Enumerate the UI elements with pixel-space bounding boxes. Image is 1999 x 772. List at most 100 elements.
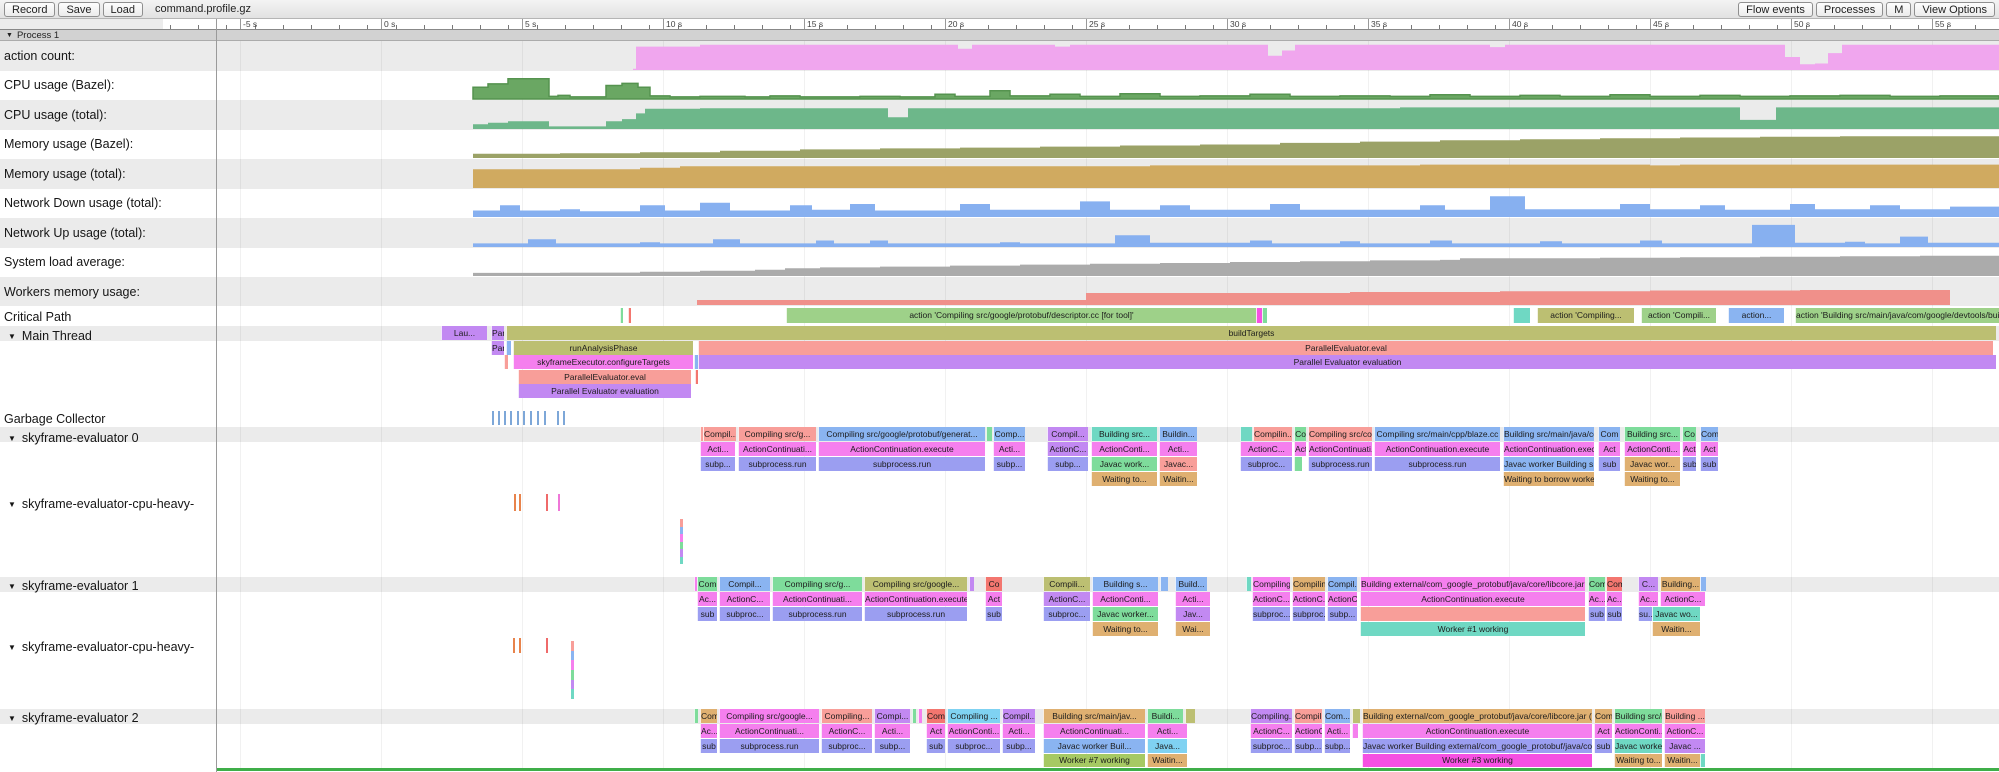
process-header[interactable]: ▼ Process 1 bbox=[0, 30, 1999, 41]
trace-event-bar[interactable]: Building... bbox=[1660, 577, 1700, 591]
trace-event-bar[interactable]: ActionC... bbox=[821, 724, 872, 738]
timeline-ruler[interactable]: -5 s0 s5 s10 s15 s20 s25 s30 s35 s40 s45… bbox=[0, 19, 1999, 30]
trace-event-bar[interactable] bbox=[694, 709, 698, 723]
trace-event-bar[interactable]: subp... bbox=[1002, 739, 1035, 753]
trace-event-bar[interactable]: action 'Compiling src/google/protobuf/de… bbox=[786, 308, 1256, 323]
trace-event-bar[interactable]: ActionC... bbox=[1240, 442, 1292, 456]
trace-event-bar[interactable]: Compilin... bbox=[1292, 577, 1325, 591]
trace-event-bar[interactable]: Java... bbox=[1147, 739, 1187, 753]
trace-event-bar[interactable]: Javac worker... bbox=[1092, 607, 1158, 621]
trace-event-bar[interactable]: Acti... bbox=[700, 442, 735, 456]
trace-event-bar[interactable]: Act bbox=[985, 592, 1002, 606]
trace-event-bar[interactable]: Javac... bbox=[1159, 457, 1197, 471]
trace-event-bar[interactable]: subprocess.run bbox=[738, 457, 816, 471]
trace-event-bar[interactable]: Waiting to... bbox=[1624, 472, 1680, 486]
trace-event-bar[interactable]: Acti... bbox=[1159, 442, 1197, 456]
trace-event-bar[interactable]: ActionContinuation.execute bbox=[818, 442, 985, 456]
trace-event-bar[interactable]: Acti... bbox=[1175, 592, 1210, 606]
trace-event-bar[interactable]: Com bbox=[1700, 427, 1718, 441]
trace-event-bar[interactable]: sub bbox=[985, 607, 1002, 621]
trace-event-bar[interactable]: subproc... bbox=[947, 739, 1000, 753]
trace-event-bar[interactable] bbox=[504, 355, 508, 369]
trace-event-bar[interactable]: Compil... bbox=[1002, 709, 1035, 723]
trace-event-bar[interactable]: Comp... bbox=[993, 427, 1025, 441]
trace-event-bar[interactable]: Building external/com_google_protobuf/ja… bbox=[1362, 709, 1592, 723]
trace-event-bar[interactable]: ActionContinuation.execute bbox=[1503, 442, 1594, 456]
trace-event-bar[interactable]: Com bbox=[1606, 577, 1622, 591]
trace-event-bar[interactable]: Compiling src/core/... bbox=[1308, 427, 1372, 441]
trace-event-bar[interactable]: Acti... bbox=[1147, 724, 1187, 738]
trace-event-bar[interactable]: Compiling... bbox=[821, 709, 872, 723]
trace-event-bar[interactable]: Compiling src/google... bbox=[719, 709, 819, 723]
trace-event-bar[interactable]: ActionContinuati... bbox=[1043, 724, 1145, 738]
trace-event-bar[interactable]: action... bbox=[1728, 308, 1784, 323]
trace-event-bar[interactable]: subprocess.run bbox=[1374, 457, 1500, 471]
trace-event-bar[interactable]: subprocess.run bbox=[1308, 457, 1372, 471]
trace-event-bar[interactable]: Building src/ma... bbox=[1614, 709, 1662, 723]
trace-event-bar[interactable]: Compili... bbox=[1043, 577, 1090, 591]
trace-event-bar[interactable]: Co bbox=[985, 577, 1002, 591]
trace-event-bar[interactable]: Waitin... bbox=[1159, 472, 1197, 486]
trace-event-bar[interactable]: sub bbox=[1606, 607, 1622, 621]
trace-event-bar[interactable]: Javac worker Buil... bbox=[1043, 739, 1145, 753]
trace-event-bar[interactable]: Javac work... bbox=[1091, 457, 1157, 471]
trace-event-bar[interactable]: Ac... bbox=[697, 592, 717, 606]
trace-event-bar[interactable]: Act bbox=[1294, 442, 1306, 456]
trace-event-bar[interactable] bbox=[695, 370, 698, 384]
trace-event-bar[interactable]: Compil... bbox=[1047, 427, 1088, 441]
trace-event-bar[interactable]: ActionContinuation.execute bbox=[864, 592, 967, 606]
trace-event-bar[interactable]: subprocess.run bbox=[772, 607, 862, 621]
trace-event-bar[interactable]: skyframeExecutor.configureTargets bbox=[513, 355, 693, 369]
collapse-arrow-icon[interactable]: ▼ bbox=[8, 643, 16, 652]
trace-event-bar[interactable]: Ac... bbox=[1638, 592, 1658, 606]
trace-event-bar[interactable] bbox=[1352, 709, 1360, 723]
trace-event-bar[interactable]: Lau... bbox=[441, 326, 487, 340]
trace-event-bar[interactable] bbox=[1700, 754, 1705, 767]
trace-event-bar[interactable]: Co bbox=[1294, 427, 1306, 441]
trace-event-bar[interactable]: ActionContinuati... bbox=[1308, 442, 1372, 456]
trace-event-bar[interactable]: Compiling ... bbox=[947, 709, 1000, 723]
trace-event-bar[interactable]: Com bbox=[1594, 709, 1612, 723]
trace-event-bar[interactable]: Com bbox=[926, 709, 945, 723]
trace-event-bar[interactable]: Javac worker Building s... bbox=[1503, 457, 1594, 471]
trace-event-bar[interactable]: Building src... bbox=[1624, 427, 1680, 441]
trace-event-bar[interactable]: Compiling src/google/protobuf/generat... bbox=[818, 427, 985, 441]
trace-event-bar[interactable]: ActionContinuati... bbox=[772, 592, 862, 606]
trace-event-bar[interactable]: Building src/main/jav... bbox=[1043, 709, 1145, 723]
trace-event-bar[interactable]: ActionContinuation.execute bbox=[1374, 442, 1500, 456]
trace-event-bar[interactable]: subproc... bbox=[719, 607, 770, 621]
collapse-arrow-icon[interactable]: ▼ bbox=[8, 714, 16, 723]
trace-event-bar[interactable] bbox=[1700, 577, 1706, 591]
trace-event-bar[interactable]: subp... bbox=[993, 457, 1025, 471]
trace-event-bar[interactable]: Com bbox=[697, 577, 717, 591]
trace-event-bar[interactable]: Com bbox=[1588, 577, 1605, 591]
trace-event-bar[interactable]: Compiling ... bbox=[1252, 577, 1290, 591]
trace-event-bar[interactable] bbox=[1294, 457, 1302, 471]
processes-button[interactable]: Processes bbox=[1816, 2, 1883, 17]
trace-event-bar[interactable]: sub bbox=[1594, 739, 1612, 753]
trace-event-bar[interactable]: Acti... bbox=[1324, 724, 1350, 738]
trace-event-bar[interactable]: Waiting to... bbox=[1092, 622, 1158, 636]
trace-event-bar[interactable]: ActionContinuation.execute bbox=[1362, 724, 1592, 738]
trace-event-bar[interactable]: action 'Building src/main/java/com/googl… bbox=[1795, 308, 1999, 323]
trace-event-bar[interactable]: Buildi... bbox=[1147, 709, 1183, 723]
trace-event-bar[interactable]: ActionC... bbox=[1252, 592, 1290, 606]
trace-event-bar[interactable]: Javac wo... bbox=[1652, 607, 1700, 621]
trace-event-bar[interactable]: subproc... bbox=[1043, 607, 1090, 621]
trace-event-bar[interactable]: ActionContinuati... bbox=[719, 724, 819, 738]
trace-event-bar[interactable]: Ac... bbox=[700, 724, 717, 738]
trace-event-bar[interactable]: ParallelEvaluator.eval bbox=[518, 370, 691, 384]
trace-event-bar[interactable]: Acti... bbox=[1002, 724, 1035, 738]
trace-event-bar[interactable]: Par bbox=[491, 341, 504, 355]
trace-event-bar[interactable]: Act bbox=[1598, 442, 1620, 456]
trace-event-bar[interactable]: Acti... bbox=[993, 442, 1025, 456]
trace-event-bar[interactable]: ActionC... bbox=[1664, 724, 1705, 738]
trace-event-bar[interactable] bbox=[1246, 577, 1251, 591]
trace-event-bar[interactable]: runAnalysisPhase bbox=[513, 341, 693, 355]
trace-event-bar[interactable]: Parallel Evaluator evaluation bbox=[518, 384, 691, 398]
trace-event-bar[interactable]: Worker #3 working bbox=[1362, 754, 1592, 767]
trace-event-bar[interactable]: Com... bbox=[1324, 709, 1350, 723]
trace-event-bar[interactable]: Worker #7 working bbox=[1043, 754, 1145, 767]
trace-event-bar[interactable] bbox=[1360, 607, 1585, 621]
trace-event-bar[interactable]: ActionC... bbox=[1292, 592, 1325, 606]
